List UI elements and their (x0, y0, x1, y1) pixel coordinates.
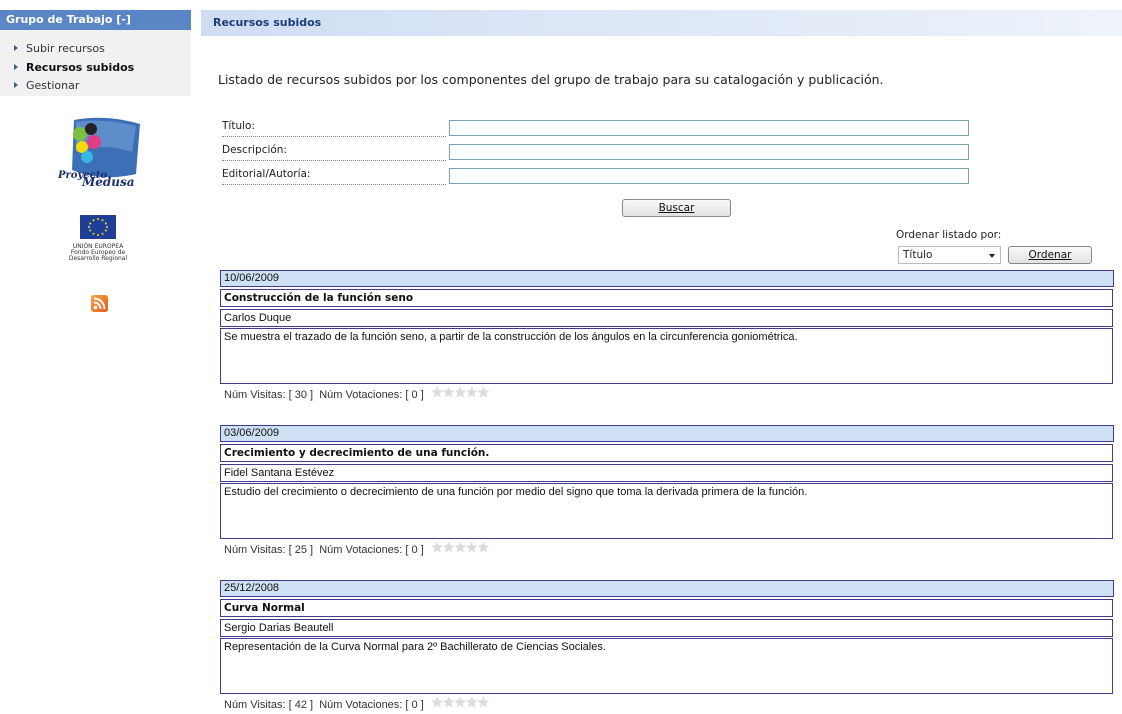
visit-count: [ 42 ] (288, 698, 314, 711)
star-icon[interactable]: ★ (442, 694, 455, 710)
page-title: Recursos subidos (213, 16, 322, 29)
star-icon[interactable]: ★ (477, 694, 490, 710)
sidebar-item-gestionar[interactable]: Gestionar (14, 79, 79, 93)
intro-text: Listado de recursos subidos por los comp… (218, 72, 884, 87)
star-icon[interactable]: ★ (466, 539, 479, 555)
eu-caption: UNIÓN EUROPEA Fondo Europeo de Desarroll… (68, 243, 128, 262)
titulo-label: Título: (222, 118, 446, 137)
resource-description: Se muestra el trazado de la función seno… (220, 328, 1113, 384)
resource-title[interactable]: Curva Normal (220, 599, 1113, 617)
star-rating[interactable]: ★★★★★ (431, 694, 490, 712)
vote-count: [ 0 ] (405, 543, 424, 556)
proyecto-medusa-logo[interactable]: Proyecto Medusa (56, 112, 142, 188)
ordenar-label: Ordenar listado por: (896, 229, 1002, 241)
resource-stats: Núm Visitas: [ 30 ] Núm Votaciones: [ 0 … (224, 384, 490, 402)
ordenar-select[interactable]: Título (898, 246, 1001, 264)
star-rating[interactable]: ★★★★★ (431, 384, 490, 402)
star-icon[interactable]: ★ (454, 384, 467, 400)
resource-stats: Núm Visitas: [ 25 ] Núm Votaciones: [ 0 … (224, 539, 490, 557)
star-icon[interactable]: ★ (454, 694, 467, 710)
page-header: Recursos subidos (201, 10, 1122, 36)
star-icon[interactable]: ★ (477, 539, 490, 555)
editorial-label: Editorial/Autoría: (222, 166, 446, 185)
visit-count: [ 30 ] (288, 388, 314, 401)
sidebar-menu: Subir recursos Recursos subidos Gestiona… (0, 30, 191, 96)
ordenar-button[interactable]: Ordenar (1008, 246, 1092, 264)
resource-author: Fidel Santana Estévez (220, 464, 1113, 482)
resource-description: Representación de la Curva Normal para 2… (220, 638, 1113, 694)
arrow-right-icon (14, 82, 18, 88)
resource-date: 25/12/2008 (220, 580, 1114, 597)
sidebar-header-toggle[interactable]: Grupo de Trabajo [-] (0, 10, 191, 30)
star-icon[interactable]: ★ (477, 384, 490, 400)
rss-feed-icon[interactable] (91, 295, 108, 312)
vote-count: [ 0 ] (405, 388, 424, 401)
star-icon[interactable]: ★ (442, 384, 455, 400)
sidebar-item-recursos-subidos[interactable]: Recursos subidos (14, 61, 134, 75)
descripcion-input[interactable] (449, 144, 969, 160)
descripcion-label: Descripción: (222, 142, 446, 161)
star-icon[interactable]: ★ (431, 539, 444, 555)
buscar-button[interactable]: Buscar (622, 199, 731, 217)
star-rating[interactable]: ★★★★★ (431, 539, 490, 557)
resource-title[interactable]: Construcción de la función seno (220, 289, 1113, 307)
resource-description: Estudio del crecimiento o decrecimiento … (220, 483, 1113, 539)
editorial-input[interactable] (449, 168, 969, 184)
sidebar-item-subir-recursos[interactable]: Subir recursos (14, 42, 105, 56)
star-icon[interactable]: ★ (454, 539, 467, 555)
resource-author: Sergio Darias Beautell (220, 619, 1113, 637)
vote-count: [ 0 ] (405, 698, 424, 711)
eu-flag-icon (80, 215, 116, 239)
resource-author: Carlos Duque (220, 309, 1113, 327)
arrow-right-icon (14, 64, 18, 70)
star-icon[interactable]: ★ (442, 539, 455, 555)
visit-count: [ 25 ] (288, 543, 314, 556)
svg-text:Medusa: Medusa (81, 175, 135, 188)
resource-date: 10/06/2009 (220, 270, 1114, 287)
star-icon[interactable]: ★ (431, 384, 444, 400)
arrow-right-icon (14, 45, 18, 51)
titulo-input[interactable] (449, 120, 969, 136)
resource-title[interactable]: Crecimiento y decrecimiento de una funci… (220, 444, 1113, 462)
star-icon[interactable]: ★ (431, 694, 444, 710)
star-icon[interactable]: ★ (466, 694, 479, 710)
star-icon[interactable]: ★ (466, 384, 479, 400)
chevron-down-icon (989, 254, 995, 258)
resource-stats: Núm Visitas: [ 42 ] Núm Votaciones: [ 0 … (224, 694, 490, 712)
resource-date: 03/06/2009 (220, 425, 1114, 442)
